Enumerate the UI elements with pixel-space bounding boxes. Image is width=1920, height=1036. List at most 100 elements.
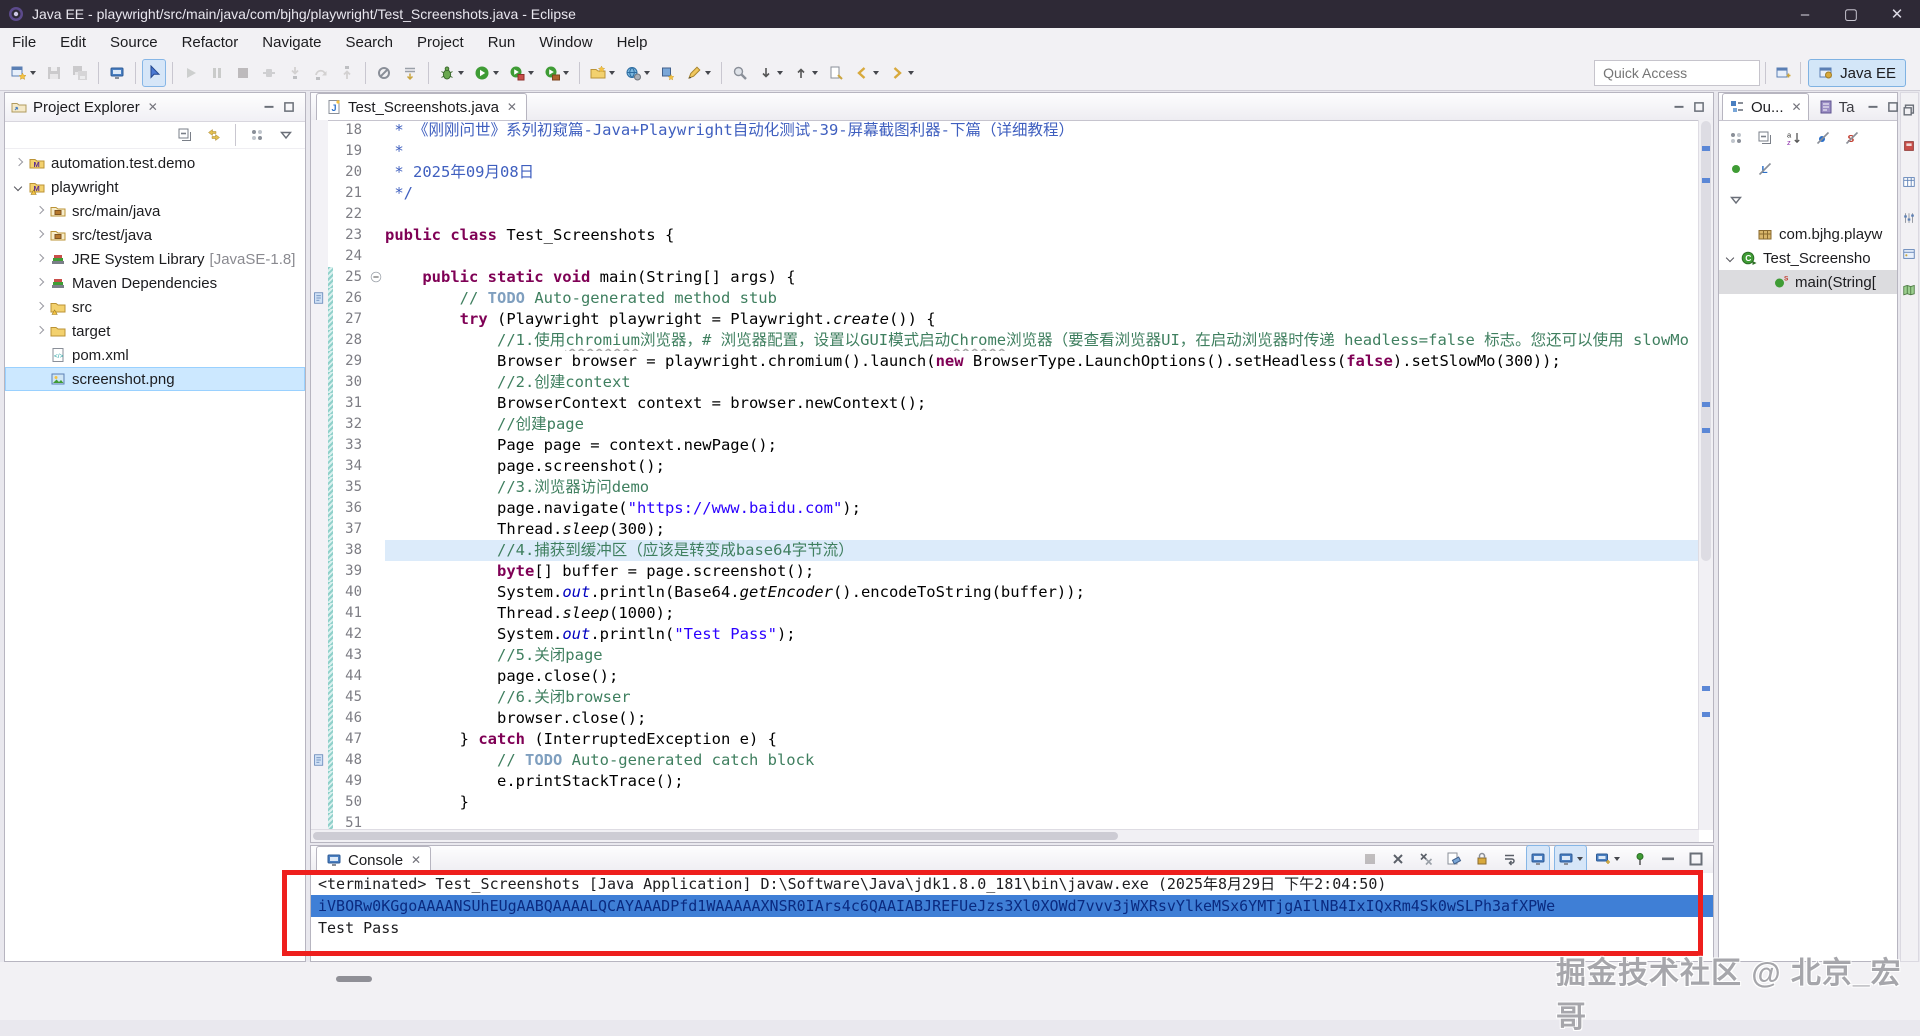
annotation-pen-dropdown-icon[interactable] xyxy=(705,71,711,75)
suspend-button[interactable] xyxy=(205,59,229,87)
hide-fields-button[interactable] xyxy=(1811,124,1835,152)
tree-item-automation-test-demo[interactable]: Mautomation.test.demo xyxy=(5,151,305,175)
tasks-tab[interactable]: Ta xyxy=(1809,94,1864,120)
tree-item-src-test-java[interactable]: src/test/java xyxy=(5,223,305,247)
minimize-view-button[interactable] xyxy=(1656,845,1680,873)
tree-arrow-icon[interactable] xyxy=(34,253,46,265)
collapse-all-button[interactable] xyxy=(1753,124,1777,152)
search-button[interactable] xyxy=(728,59,752,87)
run-dropdown-icon[interactable] xyxy=(493,71,499,75)
javaee-perspective-button[interactable]: Java EE xyxy=(1808,59,1906,87)
close-view-icon[interactable]: ✕ xyxy=(148,100,158,114)
outline-tab[interactable]: Ou... ✕ xyxy=(1722,93,1809,120)
map-view-button[interactable] xyxy=(1898,277,1920,305)
tree-arrow-icon[interactable] xyxy=(34,301,46,313)
display-selected-console-button[interactable] xyxy=(1554,845,1587,873)
menu-navigate[interactable]: Navigate xyxy=(250,34,333,51)
filter-sliders-button[interactable] xyxy=(1898,205,1920,233)
tree-item-pom-xml[interactable]: </>pom.xml xyxy=(5,343,305,367)
close-tab-icon[interactable]: ✕ xyxy=(507,100,517,114)
menu-edit[interactable]: Edit xyxy=(48,34,98,51)
fold-marker-icon[interactable] xyxy=(369,267,385,288)
menu-source[interactable]: Source xyxy=(98,34,170,51)
view-menu-button[interactable] xyxy=(1724,186,1748,214)
terminate-button[interactable] xyxy=(231,59,255,87)
tree-item-src-main-java[interactable]: src/main/java xyxy=(5,199,305,223)
prev-annotation-button[interactable] xyxy=(789,59,822,87)
data-table-button[interactable] xyxy=(1898,169,1920,197)
external-tools-button[interactable] xyxy=(540,59,573,87)
menu-search[interactable]: Search xyxy=(333,34,405,51)
display-selected-console-dropdown-icon[interactable] xyxy=(1577,857,1583,861)
project-explorer-header[interactable]: Project Explorer ✕ xyxy=(5,93,305,122)
new-wizard-button[interactable] xyxy=(7,59,40,87)
hide-nonpublic-button[interactable] xyxy=(1724,155,1748,183)
back-dropdown-icon[interactable] xyxy=(873,71,879,75)
focus-dots-button[interactable] xyxy=(1724,124,1748,152)
tree-arrow-icon[interactable] xyxy=(34,325,46,337)
menu-refactor[interactable]: Refactor xyxy=(170,34,251,51)
snippets-button[interactable] xyxy=(1898,241,1920,269)
step-over-button[interactable] xyxy=(309,59,333,87)
forward-button[interactable] xyxy=(885,59,918,87)
save-button[interactable] xyxy=(42,59,66,87)
new-project-dropdown-icon[interactable] xyxy=(609,71,615,75)
remove-launch-button[interactable] xyxy=(1386,845,1410,873)
menu-help[interactable]: Help xyxy=(605,34,660,51)
tree-item-target[interactable]: target xyxy=(5,319,305,343)
resume-button[interactable] xyxy=(179,59,203,87)
debug-dropdown-icon[interactable] xyxy=(458,71,464,75)
tree-arrow-icon[interactable] xyxy=(13,181,25,193)
focus-dots-button[interactable] xyxy=(245,123,269,147)
maximize-view-icon[interactable] xyxy=(279,98,299,116)
open-perspective-button[interactable] xyxy=(1771,60,1795,86)
disconnect-button[interactable] xyxy=(257,59,281,87)
palette-red-button[interactable] xyxy=(1898,133,1920,161)
next-annotation-dropdown-icon[interactable] xyxy=(777,71,783,75)
show-stdout-button[interactable] xyxy=(1526,845,1550,873)
minimize-view-icon[interactable] xyxy=(1669,98,1689,116)
scroll-lock-button[interactable] xyxy=(1470,845,1494,873)
outline-item-com-bjhg-playw[interactable]: com.bjhg.playw xyxy=(1719,222,1897,246)
external-tools-dropdown-icon[interactable] xyxy=(563,71,569,75)
tree-arrow-icon[interactable] xyxy=(34,205,46,217)
coverage-dropdown-icon[interactable] xyxy=(528,71,534,75)
menu-window[interactable]: Window xyxy=(527,34,604,51)
open-console-button[interactable] xyxy=(1591,845,1624,873)
console-tab[interactable]: Console ✕ xyxy=(316,846,431,873)
tree-item-src[interactable]: src xyxy=(5,295,305,319)
new-web-service-dropdown-icon[interactable] xyxy=(644,71,650,75)
minimize-button[interactable]: – xyxy=(1782,0,1828,28)
debug-button[interactable] xyxy=(435,59,468,87)
new-project-button[interactable] xyxy=(586,59,619,87)
last-edit-location-button[interactable] xyxy=(824,59,848,87)
drop-to-frame-button[interactable] xyxy=(398,59,422,87)
tree-arrow-icon[interactable] xyxy=(34,229,46,241)
menu-run[interactable]: Run xyxy=(476,34,528,51)
remove-all-launches-button[interactable] xyxy=(1414,845,1438,873)
tree-item-jre-system-library[interactable]: JRE System Library[JavaSE-1.8] xyxy=(5,247,305,271)
sort-az-button[interactable]: az xyxy=(1782,124,1806,152)
close-button[interactable]: ✕ xyxy=(1874,0,1920,28)
run-button[interactable] xyxy=(470,59,503,87)
collapse-all-button[interactable] xyxy=(173,123,197,147)
editor-horizontal-scrollbar[interactable] xyxy=(311,829,1699,842)
open-console-dropdown-icon[interactable] xyxy=(1614,857,1620,861)
link-with-editor-button[interactable] xyxy=(202,123,226,147)
maximize-view-icon[interactable] xyxy=(1689,98,1709,116)
prev-annotation-dropdown-icon[interactable] xyxy=(812,71,818,75)
editor-vertical-scrollbar[interactable] xyxy=(1698,120,1713,830)
menu-file[interactable]: File xyxy=(0,34,48,51)
quick-access-input[interactable] xyxy=(1594,60,1760,86)
scrollbar-thumb[interactable] xyxy=(313,832,1118,840)
tree-arrow-icon[interactable] xyxy=(1725,252,1737,264)
console-view-button[interactable] xyxy=(105,59,129,87)
new-servlet-button[interactable] xyxy=(656,59,680,87)
pin-console-button[interactable] xyxy=(1628,845,1652,873)
next-annotation-button[interactable] xyxy=(754,59,787,87)
menu-project[interactable]: Project xyxy=(405,34,476,51)
skip-breakpoints-button[interactable] xyxy=(372,59,396,87)
step-into-button[interactable] xyxy=(283,59,307,87)
new-web-service-button[interactable] xyxy=(621,59,654,87)
console-output[interactable]: <terminated> Test_Screenshots [Java Appl… xyxy=(311,873,1713,961)
